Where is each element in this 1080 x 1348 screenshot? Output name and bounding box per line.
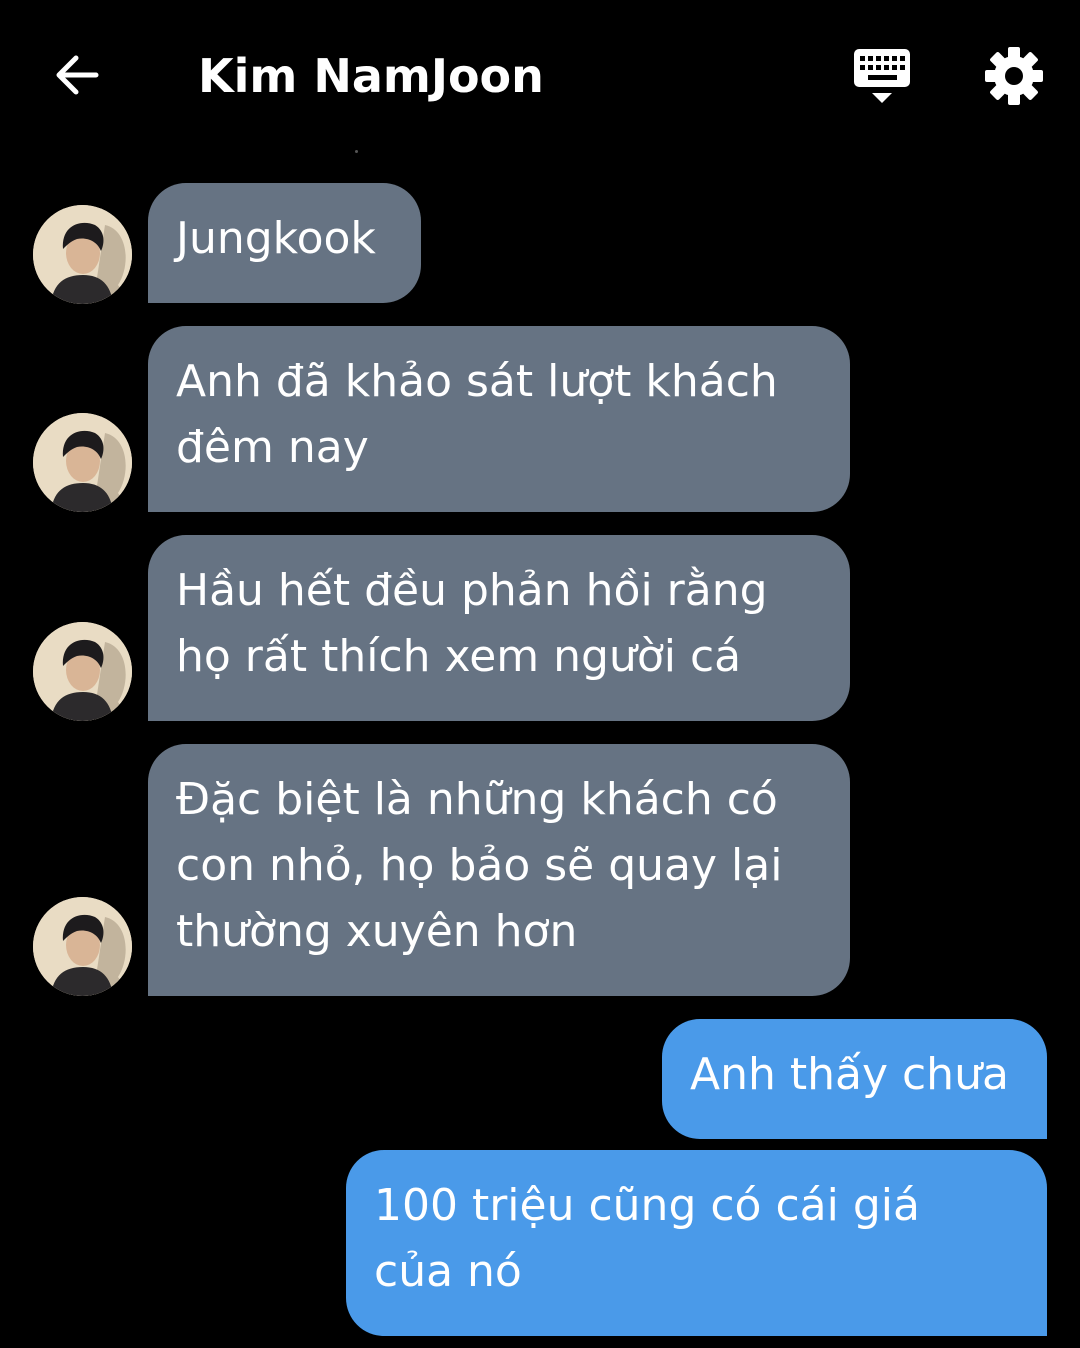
avatar[interactable] [33,622,132,721]
chat-header: Kim NamJoon [0,0,1080,150]
avatar[interactable] [33,897,132,996]
back-button[interactable] [48,45,108,105]
message-text: Jungkook [176,213,376,264]
message-text: Anh đã khảo sát lượt khách [176,356,778,407]
message-text: họ rất thích xem người cá [176,631,742,682]
avatar[interactable] [33,205,132,304]
message-bubble-outgoing: Anh thấy chưa [662,1019,1047,1139]
message-bubble-incoming: Đặc biệt là những khách có con nhỏ, họ b… [148,744,850,996]
keyboard-icon [854,49,910,103]
message-text: Đặc biệt là những khách có [176,774,778,825]
arrow-left-icon [56,55,99,95]
settings-button[interactable] [982,44,1046,108]
message-text: của nó [374,1246,522,1297]
keyboard-button[interactable] [850,45,914,109]
divider-dot [355,150,358,153]
message-text: đêm nay [176,422,369,473]
message-bubble-outgoing: 100 triệu cũng có cái giá của nó [346,1150,1047,1336]
message-text: con nhỏ, họ bảo sẽ quay lại [176,840,783,891]
message-text: Anh thấy chưa [690,1049,1009,1100]
message-text: 100 triệu cũng có cái giá [374,1180,920,1231]
message-text: Hầu hết đều phản hồi rằng [176,565,768,616]
message-bubble-incoming: Jungkook [148,183,421,303]
contact-name: Kim NamJoon [198,49,544,103]
message-bubble-incoming: Hầu hết đều phản hồi rằng họ rất thích x… [148,535,850,721]
gear-icon [985,47,1043,105]
message-text: thường xuyên hơn [176,906,578,957]
message-bubble-incoming: Anh đã khảo sát lượt khách đêm nay [148,326,850,512]
avatar[interactable] [33,413,132,512]
